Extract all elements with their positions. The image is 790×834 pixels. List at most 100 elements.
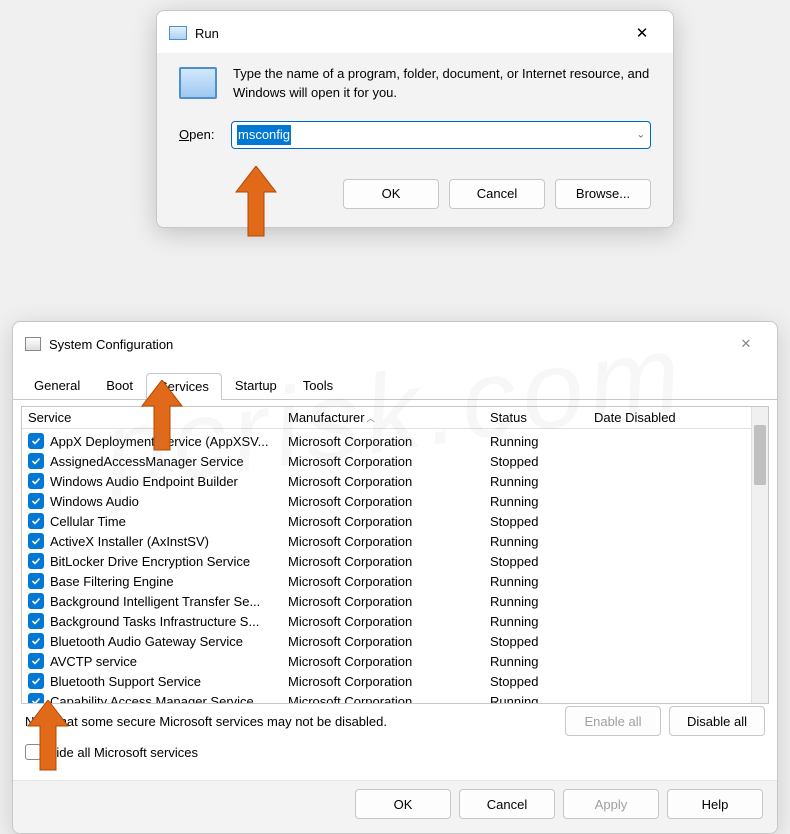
service-name: AVCTP service	[50, 654, 137, 669]
service-manufacturer: Microsoft Corporation	[282, 574, 484, 589]
table-row[interactable]: Capability Access Manager Service Microso…	[22, 691, 750, 703]
service-status: Running	[484, 594, 588, 609]
run-body: Type the name of a program, folder, docu…	[157, 53, 673, 227]
run-app-icon	[169, 26, 187, 40]
service-checkbox[interactable]	[28, 513, 44, 529]
help-button[interactable]: Help	[667, 789, 763, 819]
ok-button[interactable]: OK	[355, 789, 451, 819]
service-manufacturer: Microsoft Corporation	[282, 614, 484, 629]
run-open-row: Open: msconfig ⌄	[179, 121, 651, 149]
table-row[interactable]: Background Intelligent Transfer Se... Mic…	[22, 591, 750, 611]
service-manufacturer: Microsoft Corporation	[282, 674, 484, 689]
tab-boot[interactable]: Boot	[93, 372, 146, 399]
service-name: Windows Audio Endpoint Builder	[50, 474, 238, 489]
table-row[interactable]: ActiveX Installer (AxInstSV)Microsoft Co…	[22, 531, 750, 551]
sysconfig-icon	[25, 337, 41, 351]
service-name: Base Filtering Engine	[50, 574, 174, 589]
col-manufacturer[interactable]: Manufacturer︿	[282, 407, 484, 428]
run-titlebar: Run ✕	[157, 11, 673, 53]
services-tab-content: Service Manufacturer︿ Status Date Disabl…	[13, 400, 777, 780]
col-service[interactable]: Service	[22, 407, 282, 428]
disable-all-button[interactable]: Disable all	[669, 706, 765, 736]
table-header: Service Manufacturer︿ Status Date Disabl…	[22, 407, 768, 429]
service-checkbox[interactable]	[28, 453, 44, 469]
scrollbar-thumb[interactable]	[754, 425, 766, 485]
table-rows: AppX Deployment Service (AppXSV... Micros…	[22, 431, 750, 703]
service-manufacturer: Microsoft Corporation	[282, 554, 484, 569]
col-status[interactable]: Status	[484, 407, 588, 428]
tab-services[interactable]: Services	[146, 373, 222, 400]
tab-tools[interactable]: Tools	[290, 372, 346, 399]
service-checkbox[interactable]	[28, 613, 44, 629]
service-manufacturer: Microsoft Corporation	[282, 594, 484, 609]
run-info: Type the name of a program, folder, docu…	[179, 65, 651, 103]
service-name: Background Intelligent Transfer Se...	[50, 594, 260, 609]
service-checkbox[interactable]	[28, 493, 44, 509]
tab-startup[interactable]: Startup	[222, 372, 290, 399]
run-description: Type the name of a program, folder, docu…	[233, 65, 651, 103]
table-row[interactable]: BitLocker Drive Encryption Service Micros…	[22, 551, 750, 571]
ok-button[interactable]: OK	[343, 179, 439, 209]
service-status: Running	[484, 614, 588, 629]
service-checkbox[interactable]	[28, 473, 44, 489]
service-checkbox[interactable]	[28, 593, 44, 609]
service-status: Running	[484, 654, 588, 669]
cancel-button[interactable]: Cancel	[459, 789, 555, 819]
service-status: Stopped	[484, 514, 588, 529]
service-status: Running	[484, 474, 588, 489]
service-manufacturer: Microsoft Corporation	[282, 694, 484, 704]
apply-button[interactable]: Apply	[563, 789, 659, 819]
run-input-wrap: msconfig ⌄	[231, 121, 651, 149]
close-icon[interactable]: ✕	[621, 19, 663, 47]
service-name: Windows Audio	[50, 494, 139, 509]
sysconfig-tabs: GeneralBootServicesStartupTools	[13, 364, 777, 400]
table-row[interactable]: AssignedAccessManager ServiceMicrosoft C…	[22, 451, 750, 471]
sort-indicator-icon: ︿	[367, 414, 375, 423]
service-status: Running	[484, 574, 588, 589]
service-name: Capability Access Manager Service	[50, 694, 254, 704]
service-name: BitLocker Drive Encryption Service	[50, 554, 250, 569]
sysconfig-titlebar: System Configuration ✕	[13, 322, 777, 364]
service-status: Stopped	[484, 454, 588, 469]
service-checkbox[interactable]	[28, 633, 44, 649]
service-status: Running	[484, 534, 588, 549]
service-name: Background Tasks Infrastructure S...	[50, 614, 259, 629]
table-row[interactable]: Base Filtering Engine Microsoft Corporati…	[22, 571, 750, 591]
table-row[interactable]: AppX Deployment Service (AppXSV...Micros…	[22, 431, 750, 451]
service-manufacturer: Microsoft Corporation	[282, 634, 484, 649]
service-checkbox[interactable]	[28, 673, 44, 689]
browse-button[interactable]: Browse...	[555, 179, 651, 209]
service-checkbox[interactable]	[28, 533, 44, 549]
table-row[interactable]: Windows AudioMicrosoft CorporationRunnin…	[22, 491, 750, 511]
run-buttons: OK Cancel Browse...	[179, 179, 651, 209]
input-selection: msconfig	[237, 125, 291, 145]
chevron-down-icon[interactable]: ⌄	[637, 129, 645, 140]
cancel-button[interactable]: Cancel	[449, 179, 545, 209]
table-row[interactable]: Windows Audio Endpoint BuilderMicrosoft …	[22, 471, 750, 491]
table-row[interactable]: AVCTP serviceMicrosoft CorporationRunnin…	[22, 651, 750, 671]
service-checkbox[interactable]	[28, 653, 44, 669]
service-name: Cellular Time	[50, 514, 126, 529]
col-date-disabled[interactable]: Date Disabled	[588, 407, 728, 428]
service-checkbox[interactable]	[28, 573, 44, 589]
service-checkbox[interactable]	[28, 433, 44, 449]
service-manufacturer: Microsoft Corporation	[282, 454, 484, 469]
scrollbar[interactable]	[751, 407, 768, 703]
close-icon[interactable]: ✕	[725, 330, 767, 358]
service-checkbox[interactable]	[28, 553, 44, 569]
table-row[interactable]: Cellular TimeMicrosoft CorporationStoppe…	[22, 511, 750, 531]
service-checkbox[interactable]	[28, 693, 44, 703]
system-configuration-dialog: System Configuration ✕ GeneralBootServic…	[12, 321, 778, 834]
service-name: Bluetooth Audio Gateway Service	[50, 634, 243, 649]
hide-ms-checkbox[interactable]	[25, 744, 41, 760]
enable-all-button[interactable]: Enable all	[565, 706, 661, 736]
open-input[interactable]	[231, 121, 651, 149]
open-label: Open:	[179, 127, 221, 142]
table-row[interactable]: Background Tasks Infrastructure S... Micr…	[22, 611, 750, 631]
table-row[interactable]: Bluetooth Support ServiceMicrosoft Corpo…	[22, 671, 750, 691]
service-manufacturer: Microsoft Corporation	[282, 534, 484, 549]
table-row[interactable]: Bluetooth Audio Gateway Service Microsoft…	[22, 631, 750, 651]
tab-general[interactable]: General	[21, 372, 93, 399]
service-name: AppX Deployment Service (AppXSV...	[50, 434, 268, 449]
service-status: Running	[484, 694, 588, 704]
